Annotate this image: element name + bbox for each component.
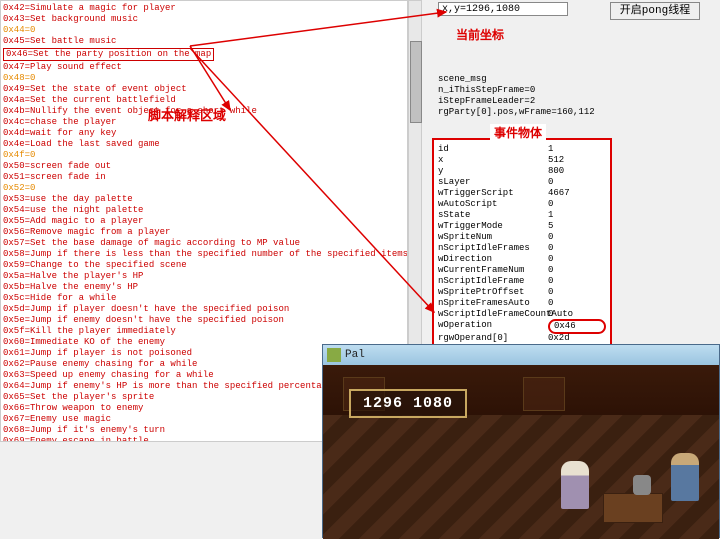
script-line[interactable]: 0x56=Remove magic from a player xyxy=(3,227,405,238)
script-line[interactable]: 0x50=screen fade out xyxy=(3,161,405,172)
event-row: id1 xyxy=(438,144,606,155)
script-line[interactable]: 0x52=0 xyxy=(3,183,405,194)
event-row: wSpriteNum0 xyxy=(438,232,606,243)
game-sprite-man xyxy=(671,453,699,501)
script-line[interactable]: 0x59=Change to the specified scene xyxy=(3,260,405,271)
script-line[interactable]: 0x4e=Load the last saved game xyxy=(3,139,405,150)
event-row: x512 xyxy=(438,155,606,166)
event-row: wOperation0x46 xyxy=(438,320,606,333)
game-pot xyxy=(633,475,651,495)
script-line[interactable]: 0x57=Set the base damage of magic accord… xyxy=(3,238,405,249)
event-object-panel: id1x512y800sLayer0wTriggerScript4667wAut… xyxy=(432,138,612,352)
event-row: wTriggerMode5 xyxy=(438,221,606,232)
script-line[interactable]: 0x5c=Hide for a while xyxy=(3,293,405,304)
scene-line: n_iThisStepFrame=0 xyxy=(438,85,608,96)
script-line[interactable]: 0x53=use the day palette xyxy=(3,194,405,205)
script-line[interactable]: 0x54=use the night palette xyxy=(3,205,405,216)
script-line[interactable]: 0x43=Set background music xyxy=(3,14,405,25)
event-row: sState1 xyxy=(438,210,606,221)
script-line[interactable]: 0x5f=Kill the player immediately xyxy=(3,326,405,337)
event-row: wTriggerScript4667 xyxy=(438,188,606,199)
game-viewport[interactable]: 1296 1080 xyxy=(323,365,719,539)
coord-label: 当前坐标 xyxy=(456,26,504,43)
script-line[interactable]: 0x58=Jump if there is less than the spec… xyxy=(3,249,405,260)
script-region-label: 脚本解释区域 xyxy=(148,105,226,124)
event-row: nSpriteFramesAuto0 xyxy=(438,298,606,309)
start-thread-button[interactable]: 开启pong线程 xyxy=(610,2,700,20)
script-line[interactable]: 0x44=0 xyxy=(3,25,405,36)
script-line[interactable]: 0x5b=Halve the enemy's HP xyxy=(3,282,405,293)
event-row: sLayer0 xyxy=(438,177,606,188)
game-sprite-girl xyxy=(561,461,589,509)
scene-line: scene_msg xyxy=(438,74,608,85)
script-line[interactable]: 0x5e=Jump if enemy doesn't have the spec… xyxy=(3,315,405,326)
event-row: wAutoScript0 xyxy=(438,199,606,210)
scene-info-panel: scene_msgn_iThisStepFrame=0iStepFrameLea… xyxy=(438,74,608,130)
script-line[interactable]: 0x47=Play sound effect xyxy=(3,62,405,73)
script-line[interactable]: 0x5a=Halve the player's HP xyxy=(3,271,405,282)
event-row: y800 xyxy=(438,166,606,177)
pal-titlebar[interactable]: Pal xyxy=(323,345,719,365)
event-row: wCurrentFrameNum0 xyxy=(438,265,606,276)
game-table xyxy=(603,493,663,523)
event-row: rgwOperand[0]0x2d xyxy=(438,333,606,344)
game-coord-overlay: 1296 1080 xyxy=(349,389,467,418)
event-row: nScriptIdleFrames0 xyxy=(438,243,606,254)
scene-line: iStepFrameLeader=2 xyxy=(438,96,608,107)
script-line[interactable]: 0x55=Add magic to a player xyxy=(3,216,405,227)
script-line[interactable]: 0x4f=0 xyxy=(3,150,405,161)
event-row: nScriptIdleFrame0 xyxy=(438,276,606,287)
script-line[interactable]: 0x42=Simulate a magic for player xyxy=(3,3,405,14)
scene-line: rgParty[0].pos,wFrame=160,112 xyxy=(438,107,608,118)
pal-app-icon xyxy=(327,348,341,362)
event-panel-label: 事件物体 xyxy=(490,124,546,141)
script-line[interactable]: 0x46=Set the party position on the map xyxy=(3,48,214,61)
script-line[interactable]: 0x5d=Jump if player doesn't have the spe… xyxy=(3,304,405,315)
script-line[interactable]: 0x45=Set battle music xyxy=(3,36,405,47)
script-line[interactable]: 0x49=Set the state of event object xyxy=(3,84,405,95)
pal-game-window[interactable]: Pal 1296 1080 xyxy=(322,344,720,538)
script-line[interactable]: 0x51=screen fade in xyxy=(3,172,405,183)
coord-display-box: x,y=1296,1080 xyxy=(438,2,568,16)
script-line[interactable]: 0x48=0 xyxy=(3,73,405,84)
event-row: wSpritePtrOffset0 xyxy=(438,287,606,298)
script-line[interactable]: 0x4d=wait for any key xyxy=(3,128,405,139)
pal-title-text: Pal xyxy=(345,349,365,361)
event-row: wDirection0 xyxy=(438,254,606,265)
